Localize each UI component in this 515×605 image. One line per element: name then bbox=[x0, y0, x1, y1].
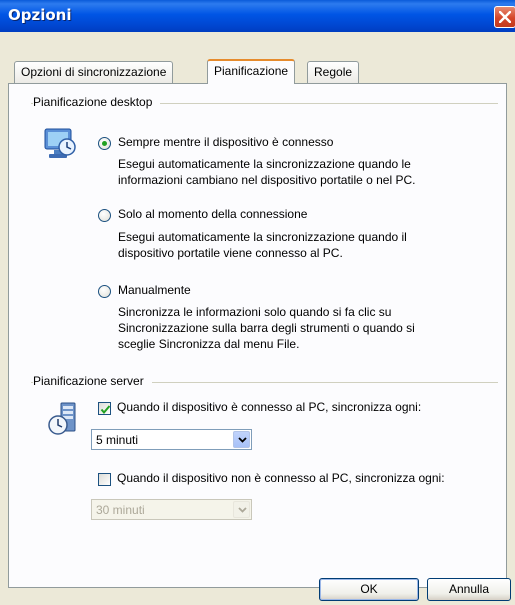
description-line: sceglie Sincronizza dal menu File. bbox=[118, 337, 300, 351]
description-line: Esegui automaticamente la sincronizzazio… bbox=[118, 230, 407, 244]
cancel-button[interactable]: Annulla bbox=[427, 578, 511, 601]
group-label-server: Pianificazione server bbox=[33, 374, 152, 388]
description-line: Sincronizzazione sulla barra degli strum… bbox=[118, 321, 415, 335]
radio-sempre[interactable] bbox=[98, 137, 111, 150]
chevron-down-icon bbox=[238, 507, 247, 513]
desktop-sync-clock-icon bbox=[44, 128, 76, 158]
interval-select-not-connected: 30 minuti bbox=[91, 499, 252, 520]
radio-manualmente[interactable] bbox=[98, 285, 111, 298]
description-line: dispositivo portatile viene connesso al … bbox=[118, 246, 343, 260]
radio-description-solo-connessione: Esegui automaticamente la sincronizzazio… bbox=[118, 229, 407, 261]
radio-description-sempre: Esegui automaticamente la sincronizzazio… bbox=[118, 156, 416, 188]
checkbox-label-not-connected[interactable]: Quando il dispositivo non è connesso al … bbox=[117, 471, 445, 485]
server-sync-clock-icon bbox=[48, 402, 76, 435]
description-line: informazioni cambiano nel dispositivo po… bbox=[118, 173, 416, 187]
radio-label-manualmente[interactable]: Manualmente bbox=[118, 283, 191, 297]
tab-label: Opzioni di sincronizzazione bbox=[21, 65, 167, 79]
checkmark-icon bbox=[100, 405, 111, 415]
close-button[interactable] bbox=[494, 6, 515, 28]
dropdown-button[interactable] bbox=[233, 431, 250, 448]
tab-panel-pianificazione: Pianificazione desktop Sempre mentre il … bbox=[8, 83, 507, 588]
radio-solo-connessione[interactable] bbox=[98, 209, 111, 222]
radio-label-solo-connessione[interactable]: Solo al momento della connessione bbox=[118, 207, 307, 221]
close-icon bbox=[499, 11, 511, 23]
tab-label: Pianificazione bbox=[214, 64, 289, 78]
select-value: 30 minuti bbox=[96, 503, 145, 517]
tab-opzioni-sincronizzazione[interactable]: Opzioni di sincronizzazione bbox=[14, 61, 174, 83]
tab-label: Regole bbox=[314, 65, 353, 79]
group-label-desktop: Pianificazione desktop bbox=[33, 95, 161, 109]
interval-select-connected[interactable]: 5 minuti bbox=[91, 429, 252, 450]
tab-pianificazione[interactable]: Pianificazione bbox=[207, 59, 296, 84]
ok-button[interactable]: OK bbox=[319, 578, 419, 601]
window-title: Opzioni bbox=[8, 6, 72, 24]
select-value: 5 minuti bbox=[96, 433, 139, 447]
checkbox-connected[interactable] bbox=[98, 402, 111, 415]
radio-description-manualmente: Sincronizza le informazioni solo quando … bbox=[118, 304, 415, 352]
dropdown-button bbox=[233, 501, 250, 518]
radio-label-sempre[interactable]: Sempre mentre il dispositivo è connesso bbox=[118, 135, 333, 149]
description-line: Sincronizza le informazioni solo quando … bbox=[118, 305, 392, 319]
checkbox-not-connected[interactable] bbox=[98, 473, 111, 486]
checkbox-label-connected[interactable]: Quando il dispositivo è connesso al PC, … bbox=[117, 400, 421, 414]
title-bar[interactable]: Opzioni bbox=[0, 0, 515, 32]
description-line: Esegui automaticamente la sincronizzazio… bbox=[118, 157, 411, 171]
tab-regole[interactable]: Regole bbox=[307, 61, 360, 83]
chevron-down-icon bbox=[238, 437, 247, 443]
